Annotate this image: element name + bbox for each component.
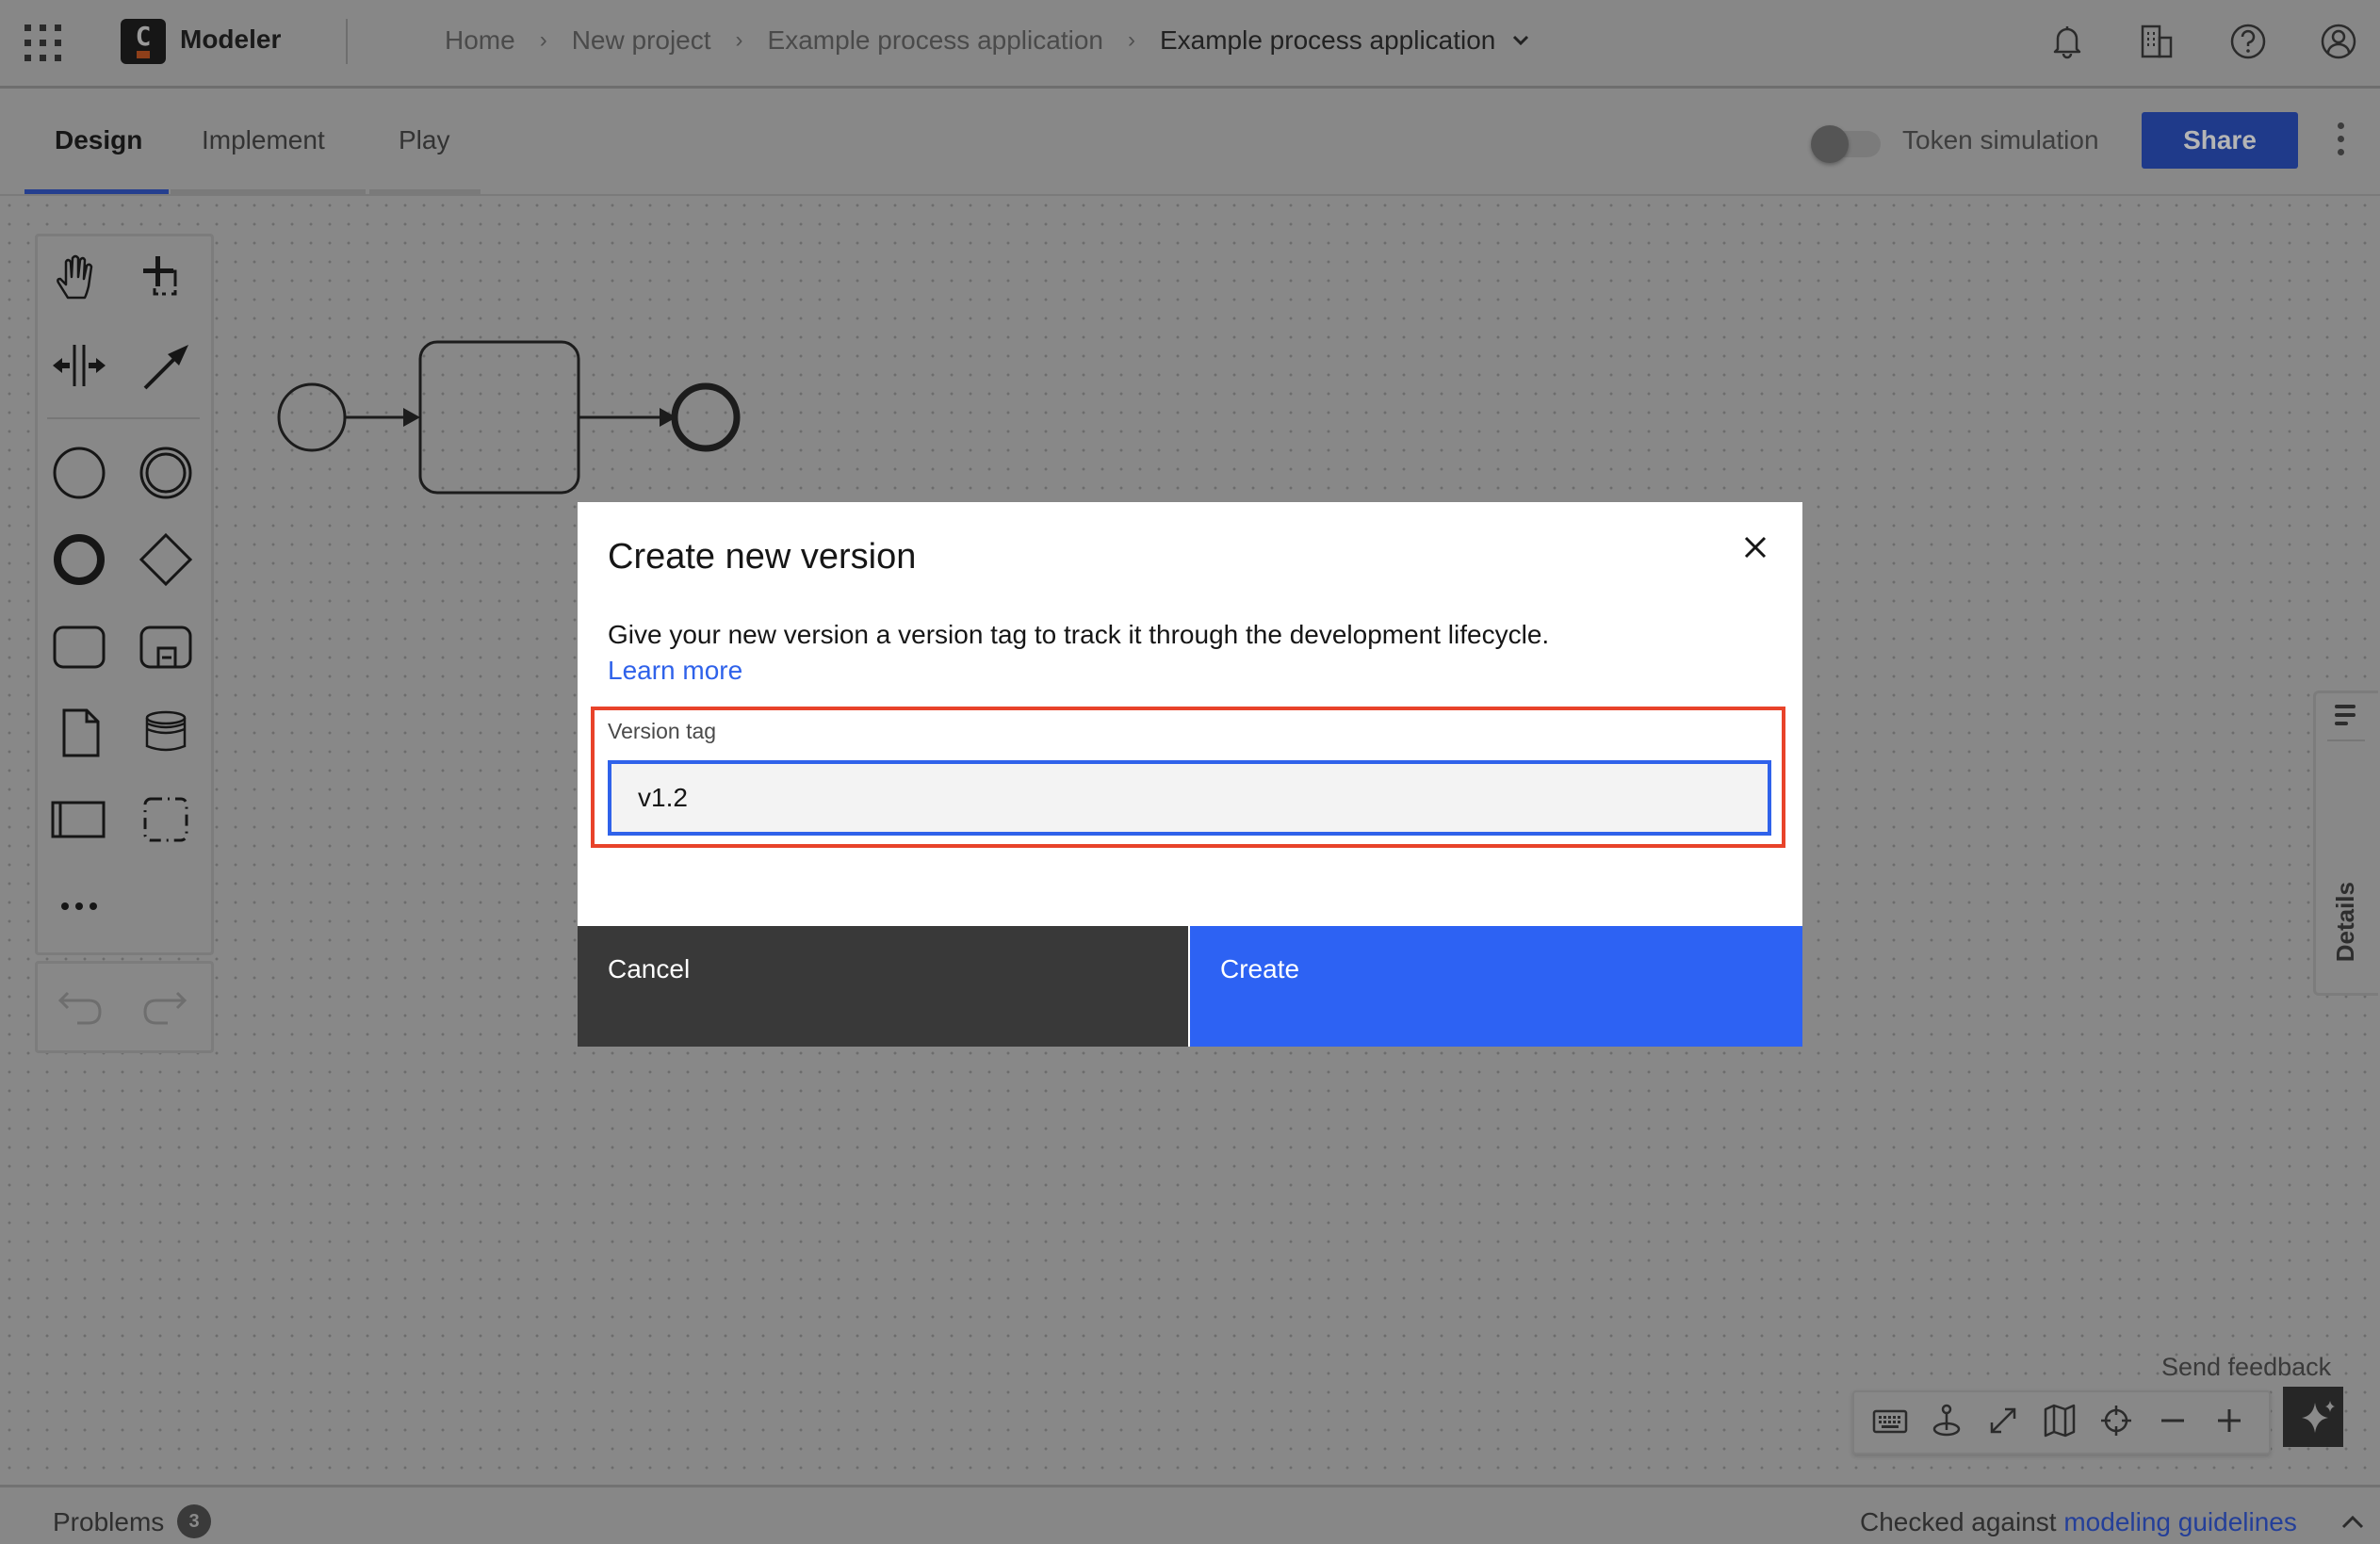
version-tag-label: Version tag: [608, 719, 717, 743]
create-button[interactable]: Create: [1190, 926, 1802, 1047]
overflow-menu-icon[interactable]: [2335, 122, 2346, 160]
properties-icon: [2335, 705, 2356, 730]
app-name: Modeler: [180, 24, 282, 54]
hand-tool-icon[interactable]: [49, 249, 109, 309]
task-icon[interactable]: [49, 616, 109, 676]
sequence-flow-arrow: [403, 408, 420, 427]
breadcrumb-home[interactable]: Home: [445, 25, 515, 56]
center-view-icon[interactable]: [2097, 1402, 2135, 1439]
data-object-icon[interactable]: [49, 703, 109, 763]
chevron-down-icon[interactable]: [1512, 30, 1529, 52]
share-button[interactable]: Share: [2142, 112, 2298, 169]
breadcrumb-separator: ›: [1127, 27, 1135, 53]
tab-design-underline: [24, 189, 169, 194]
help-icon[interactable]: [2229, 23, 2267, 60]
chevron-up-icon[interactable]: [2340, 1512, 2365, 1531]
zoom-out-icon[interactable]: [2154, 1402, 2192, 1439]
user-profile-icon[interactable]: [2320, 23, 2357, 60]
modeling-guidelines-link[interactable]: modeling guidelines: [2063, 1507, 2297, 1536]
breadcrumb: Home › New project › Example process app…: [445, 25, 1529, 56]
version-tag-input[interactable]: [608, 760, 1771, 836]
details-label: Details: [2331, 882, 2359, 963]
fullscreen-icon[interactable]: [1984, 1402, 2022, 1439]
breadcrumb-process-application[interactable]: Example process application: [768, 25, 1103, 56]
end-event-icon[interactable]: [49, 529, 109, 590]
gateway-icon[interactable]: [136, 529, 196, 590]
learn-more-link[interactable]: Learn more: [608, 656, 742, 686]
problems-count-badge: 3: [177, 1504, 211, 1538]
organization-building-icon[interactable]: [2139, 23, 2176, 60]
notification-bell-icon[interactable]: [2048, 23, 2086, 60]
minimap-icon[interactable]: [2041, 1402, 2078, 1439]
close-icon[interactable]: [1741, 533, 1769, 561]
token-simulation-label: Token simulation: [1902, 125, 2099, 154]
cancel-button[interactable]: Cancel: [578, 926, 1188, 1047]
dialog-title: Create new version: [608, 537, 917, 577]
zoom-in-icon[interactable]: [2210, 1402, 2248, 1439]
palette-divider: [47, 417, 200, 419]
send-feedback-link[interactable]: Send feedback: [2161, 1353, 2331, 1382]
redo-icon[interactable]: [134, 974, 194, 1034]
tab-implement[interactable]: Implement: [202, 125, 325, 155]
bpmn-diagram: [277, 340, 741, 495]
pool-icon[interactable]: [49, 789, 109, 850]
intermediate-event-icon[interactable]: [136, 443, 196, 503]
group-icon[interactable]: [136, 789, 196, 850]
tab-play[interactable]: Play: [399, 125, 449, 155]
tab-play-underline: [369, 189, 481, 194]
reset-view-icon[interactable]: [1928, 1402, 1965, 1439]
space-tool-icon[interactable]: [49, 335, 109, 396]
breadcrumb-current-file[interactable]: Example process application: [1160, 25, 1495, 56]
breadcrumb-project[interactable]: New project: [572, 25, 711, 56]
end-event: [671, 382, 741, 452]
global-connect-tool-icon[interactable]: [136, 335, 196, 396]
guidelines-status: Checked against modeling guidelines: [1860, 1507, 2297, 1537]
ai-assistant-button[interactable]: [2283, 1387, 2343, 1447]
keyboard-icon[interactable]: [1871, 1402, 1909, 1439]
data-store-icon[interactable]: [136, 703, 196, 763]
dialog-description: Give your new version a version tag to t…: [608, 620, 1550, 649]
start-event: [277, 382, 347, 452]
more-elements-icon[interactable]: [49, 876, 109, 936]
undo-icon[interactable]: [51, 974, 111, 1034]
lasso-tool-icon[interactable]: [136, 249, 196, 309]
breadcrumb-separator: ›: [539, 27, 547, 53]
header-divider: [346, 19, 348, 64]
token-simulation-toggle[interactable]: [1811, 125, 1884, 163]
task: [418, 340, 580, 495]
sparkle-icon: [2302, 1401, 2335, 1433]
details-separator: [2327, 739, 2365, 741]
breadcrumb-separator: ›: [735, 27, 743, 53]
subprocess-icon[interactable]: [136, 616, 196, 676]
problems-label[interactable]: Problems: [53, 1507, 164, 1537]
app-switcher-icon[interactable]: [24, 24, 61, 61]
tab-design[interactable]: Design: [55, 125, 142, 155]
camunda-logo: C: [121, 19, 166, 64]
guidelines-prefix: Checked against: [1860, 1507, 2057, 1536]
tab-implement-underline: [171, 189, 366, 194]
start-event-icon[interactable]: [49, 443, 109, 503]
